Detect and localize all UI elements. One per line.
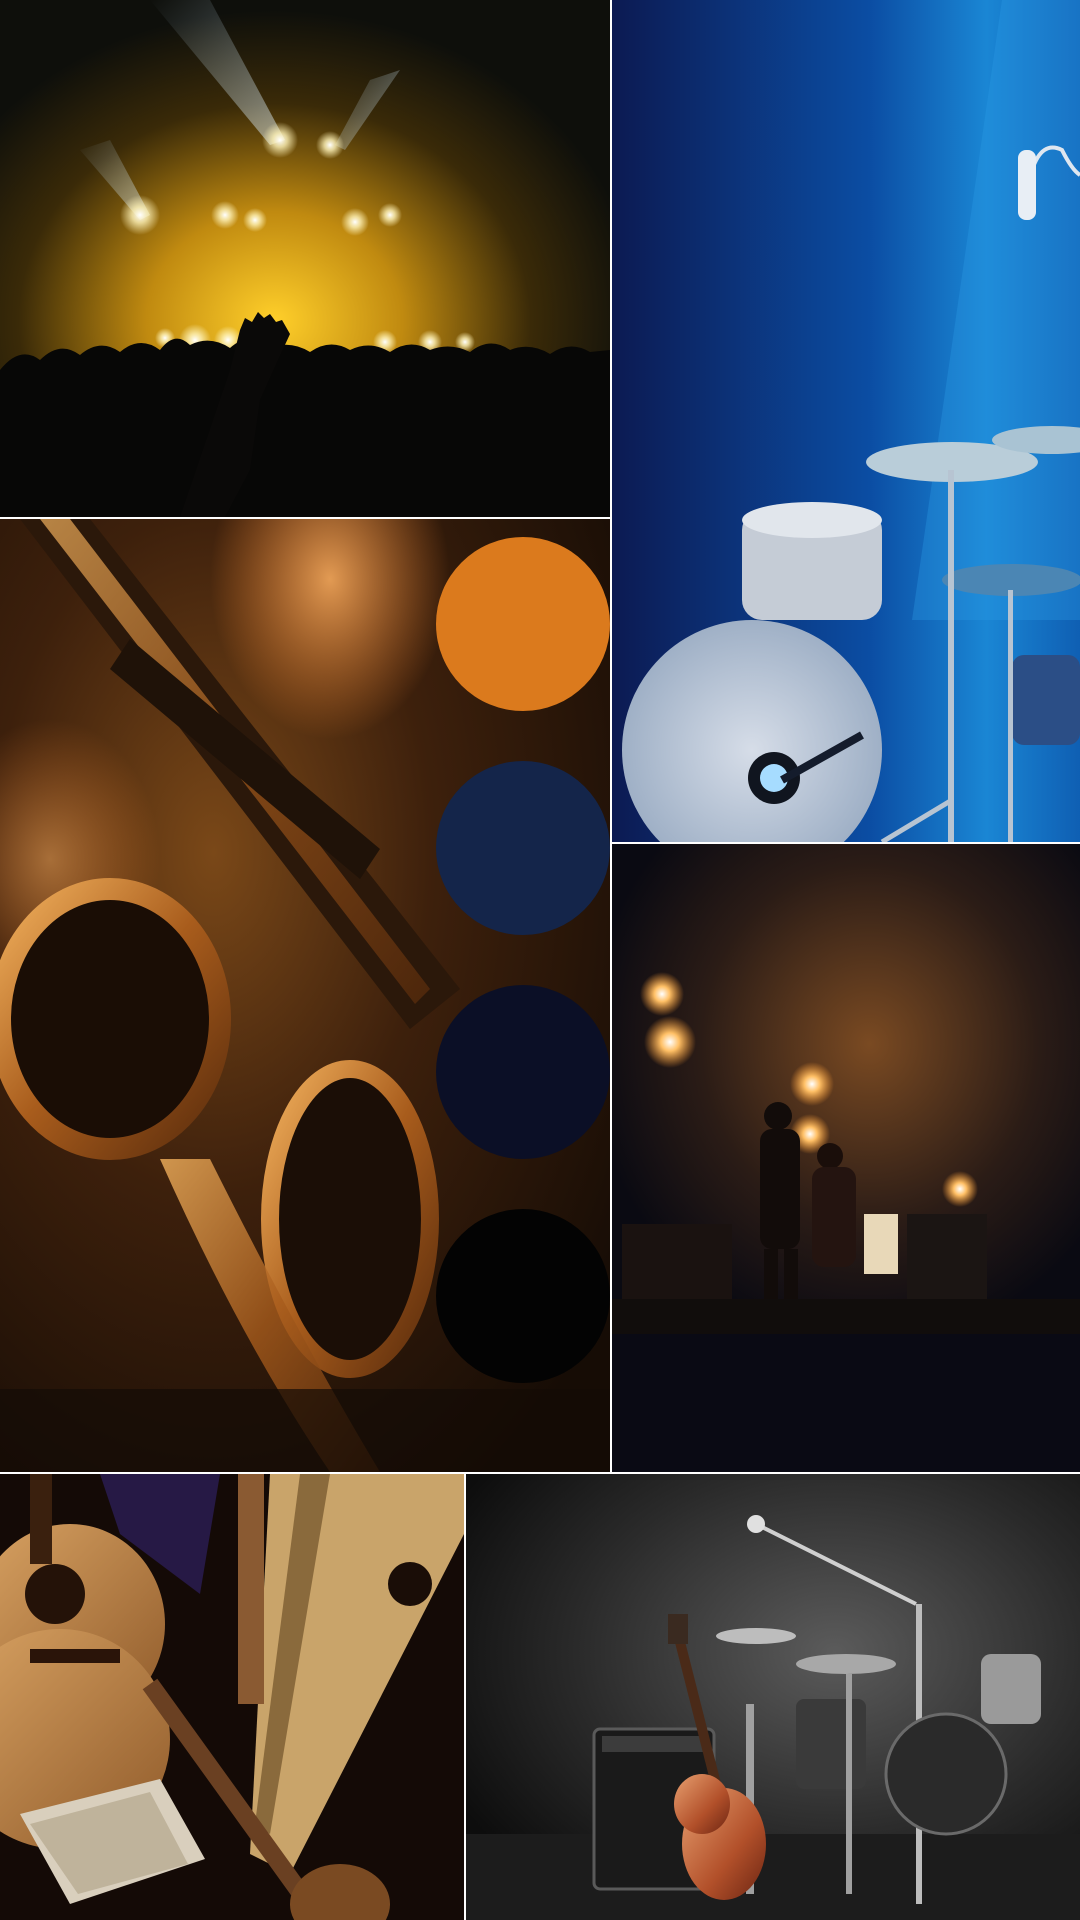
palette-swatch-orange bbox=[436, 537, 610, 711]
band-on-stage-photo bbox=[612, 844, 1080, 1472]
palette-swatch-midnight bbox=[436, 985, 610, 1159]
color-palette bbox=[436, 537, 610, 1433]
monochrome-drum-kit-guitar-photo bbox=[466, 1474, 1080, 1920]
palette-swatch-navy bbox=[436, 761, 610, 935]
concert-crowd-photo bbox=[0, 0, 610, 517]
palette-swatch-black bbox=[436, 1209, 610, 1383]
acoustic-instruments-photo bbox=[0, 1474, 464, 1920]
blue-drum-kit-photo bbox=[612, 0, 1080, 842]
